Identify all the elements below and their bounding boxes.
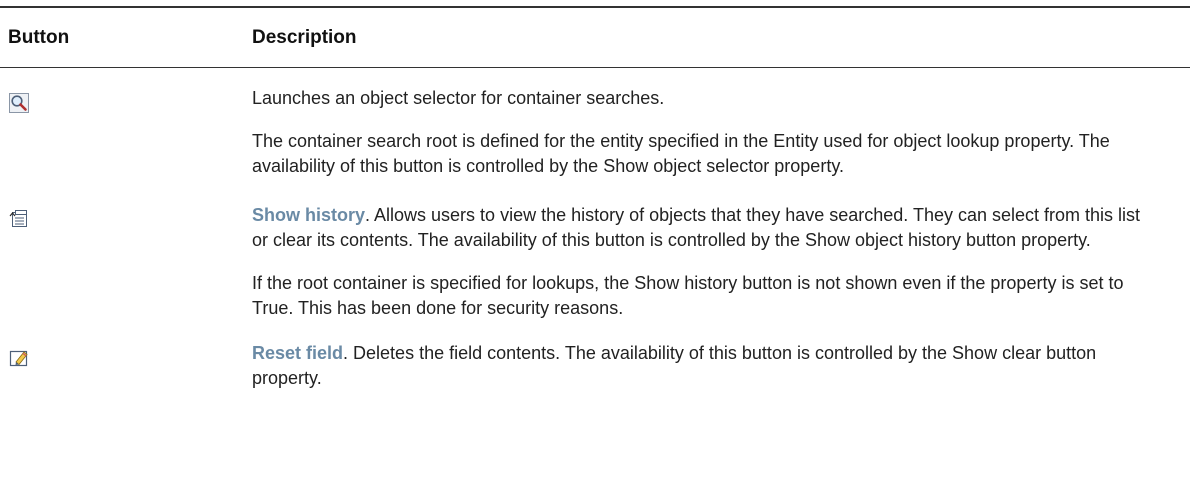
description-paragraph: Launches an object selector for containe… [252,88,665,108]
column-header-button: Button [8,26,70,48]
description-paragraph: Show history. Allows users to view the h… [252,205,1141,250]
reset-field-icon [8,347,30,369]
description-paragraph: Reset field. Deletes the field contents.… [252,343,1097,388]
table-row: Show history. Allows users to view the h… [0,203,1190,321]
row-description: Reset field. Deletes the field contents.… [252,341,1152,391]
magnifier-icon [8,92,30,114]
table-row: Launches an object selector for containe… [0,86,1190,179]
row-description: Launches an object selector for containe… [252,86,1152,179]
history-icon [8,208,30,230]
table-header-rule [0,67,1190,68]
table-header-row: Button Description [0,8,1190,67]
button-description-table: Button Description Launches an object se… [0,6,1190,391]
description-paragraph: The container search root is defined for… [252,131,1110,176]
description-paragraph: If the root container is specified for l… [252,273,1124,318]
table-row: Reset field. Deletes the field contents.… [0,341,1190,391]
reset-field-link[interactable]: Reset field [252,343,343,363]
show-history-link[interactable]: Show history [252,205,365,225]
column-header-description: Description [252,26,357,48]
row-description: Show history. Allows users to view the h… [252,203,1152,321]
